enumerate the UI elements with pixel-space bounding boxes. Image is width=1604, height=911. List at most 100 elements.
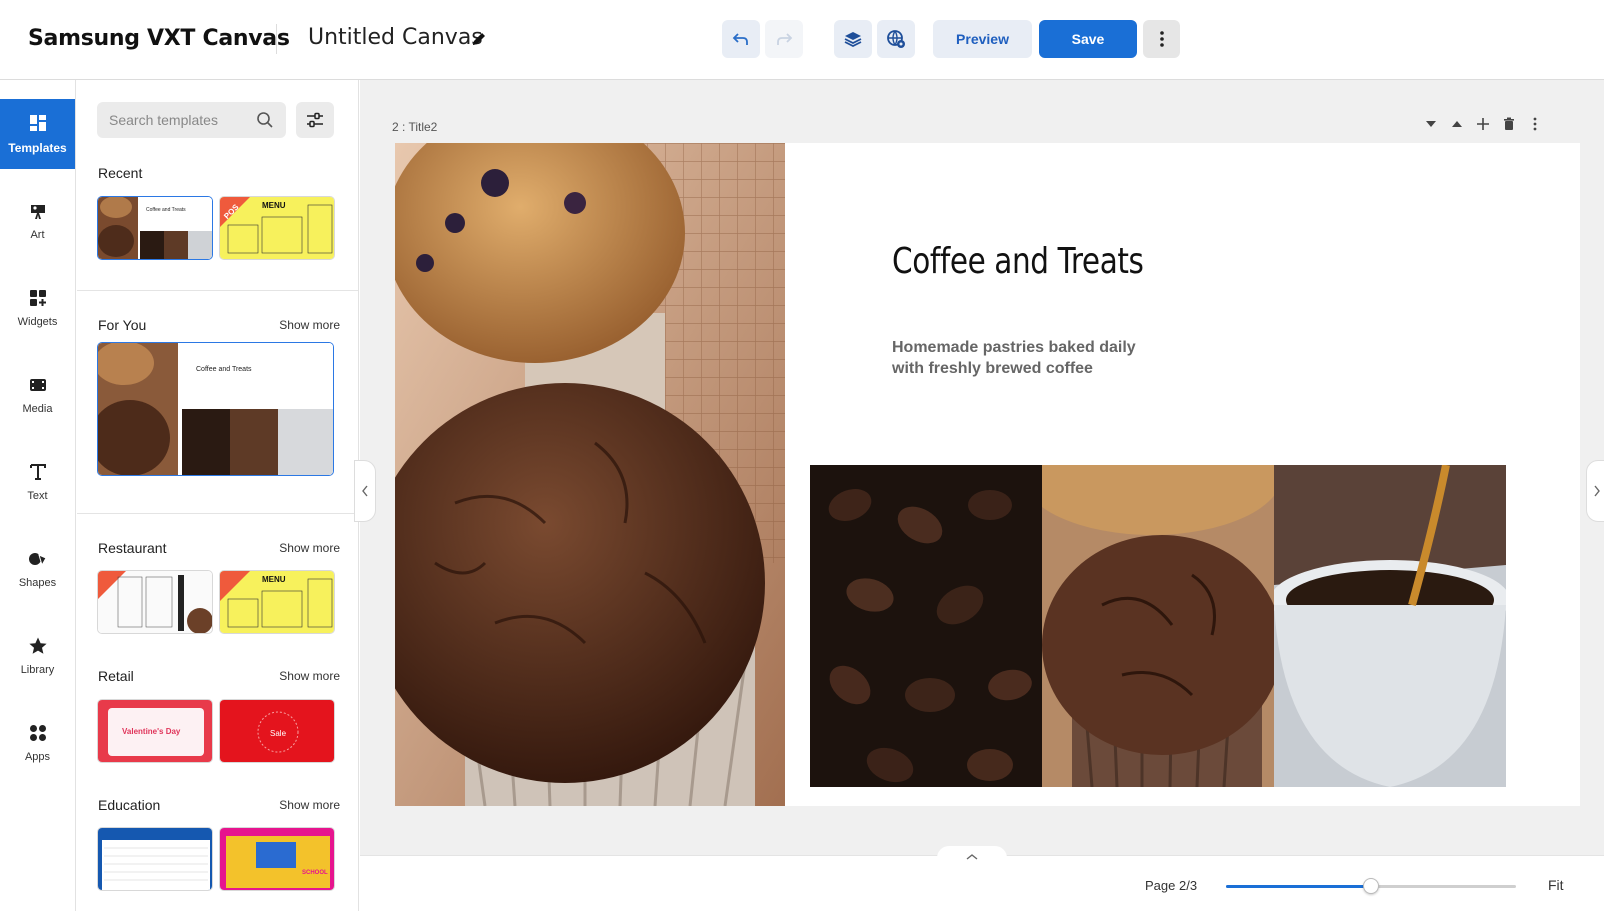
trash-icon[interactable] xyxy=(1501,116,1517,132)
document-title[interactable]: Untitled Canvas xyxy=(308,25,483,50)
show-more-for-you[interactable]: Show more xyxy=(279,318,340,332)
left-rail: Templates Art Widgets Media Text Shapes … xyxy=(0,80,76,911)
redo-button[interactable] xyxy=(765,20,803,58)
app-brand: Samsung VXT Canvas xyxy=(28,26,290,51)
rail-item-text[interactable]: Text xyxy=(0,447,75,517)
rail-item-widgets[interactable]: Widgets xyxy=(0,273,75,343)
slide-label: 2 : Title2 xyxy=(392,120,438,134)
pencil-icon[interactable] xyxy=(470,30,488,48)
media-icon xyxy=(29,379,46,391)
coffee-beans-image[interactable] xyxy=(810,465,1042,787)
layers-icon xyxy=(844,32,862,48)
rail-item-templates[interactable]: Templates xyxy=(0,99,75,169)
preview-button[interactable]: Preview xyxy=(933,20,1032,58)
collapse-panel-handle[interactable] xyxy=(354,460,376,522)
thumb-title: Coffee and Treats xyxy=(196,366,252,373)
chevron-right-icon xyxy=(1594,485,1600,497)
apps-icon xyxy=(29,725,46,741)
globe-settings-icon xyxy=(887,30,905,48)
rail-label: Apps xyxy=(24,751,51,763)
zoom-slider-fill xyxy=(1226,885,1371,888)
school-thumb-art: SCHOOL xyxy=(220,828,334,890)
language-settings-button[interactable] xyxy=(877,20,915,58)
thumb-sale-text: Sale xyxy=(270,729,287,738)
template-thumb-for-you[interactable]: Coffee and Treats xyxy=(97,342,334,476)
move-down-icon[interactable] xyxy=(1423,116,1439,132)
expand-bottom-tab[interactable] xyxy=(937,846,1007,868)
thumb-menu-text: MENU xyxy=(262,575,286,584)
fit-button[interactable]: Fit xyxy=(1548,877,1564,893)
valentine-thumb-art: Valentine's Day xyxy=(98,700,212,762)
sliders-icon xyxy=(307,112,323,128)
rail-label: Templates xyxy=(8,141,67,155)
template-thumb-education-table[interactable] xyxy=(97,827,213,891)
thumb-menu-text: MENU xyxy=(262,201,286,210)
slide-subtitle[interactable]: Homemade pastries baked daily with fresh… xyxy=(892,337,1212,379)
chocolate-muffin-image[interactable] xyxy=(1042,465,1274,787)
more-vertical-icon xyxy=(1159,31,1164,47)
template-thumb-valentine[interactable]: Valentine's Day xyxy=(97,699,213,763)
menu-yellow-thumb-art: MENU xyxy=(220,571,334,633)
chevron-up-icon xyxy=(966,854,978,860)
widgets-icon xyxy=(29,290,46,306)
search-input[interactable] xyxy=(109,102,249,138)
muffin-hero-image[interactable] xyxy=(395,143,785,806)
undo-button[interactable] xyxy=(722,20,760,58)
move-up-icon[interactable] xyxy=(1449,116,1465,132)
more-options-button[interactable] xyxy=(1143,20,1180,58)
education-table-thumb-art xyxy=(98,828,212,890)
rail-item-library[interactable]: Library xyxy=(0,621,75,691)
chevron-left-icon xyxy=(362,485,368,497)
undo-icon xyxy=(732,33,748,45)
rail-item-apps[interactable]: Apps xyxy=(0,708,75,778)
templates-panel: Recent Coffee and Treats POS MENU For Yo… xyxy=(77,80,359,911)
show-more-education[interactable]: Show more xyxy=(279,798,340,812)
templates-icon xyxy=(29,115,46,131)
slide-more-icon[interactable] xyxy=(1527,116,1543,132)
specials-thumb-art xyxy=(98,571,212,633)
rail-label: Text xyxy=(27,490,48,502)
search-icon[interactable] xyxy=(256,111,274,129)
section-title-education: Education xyxy=(98,797,161,813)
section-title-recent: Recent xyxy=(98,165,143,181)
template-thumb-menu[interactable]: POS MENU xyxy=(219,196,335,260)
show-more-retail[interactable]: Show more xyxy=(279,669,340,683)
rail-label: Widgets xyxy=(17,316,58,328)
add-slide-icon[interactable] xyxy=(1475,116,1491,132)
rail-label: Media xyxy=(22,403,53,415)
slide-toolbar xyxy=(1423,116,1543,132)
save-button[interactable]: Save xyxy=(1039,20,1137,58)
section-title-for-you: For You xyxy=(98,317,147,333)
template-thumb-coffee[interactable]: Coffee and Treats xyxy=(97,196,213,260)
rail-item-art[interactable]: Art xyxy=(0,186,75,256)
thumb-school-text: SCHOOL xyxy=(302,870,328,876)
template-thumb-school[interactable]: SCHOOL xyxy=(219,827,335,891)
rail-item-shapes[interactable]: Shapes xyxy=(0,534,75,604)
rail-label: Library xyxy=(20,664,55,676)
art-icon xyxy=(30,205,45,219)
top-bar: Samsung VXT Canvas Untitled Canvas Previ… xyxy=(0,0,1604,80)
coffee-thumb-art: Coffee and Treats xyxy=(98,197,212,259)
rail-item-media[interactable]: Media xyxy=(0,360,75,430)
layers-button[interactable] xyxy=(834,20,872,58)
coffee-cup-image[interactable] xyxy=(1274,465,1506,787)
template-thumb-menu-yellow[interactable]: MENU xyxy=(219,570,335,634)
text-icon xyxy=(29,464,46,480)
slide-title[interactable]: Coffee and Treats xyxy=(892,241,1144,282)
page-indicator: Page 2/3 xyxy=(1145,878,1198,893)
sale-thumb-art: Sale xyxy=(220,700,334,762)
filter-button[interactable] xyxy=(296,102,334,138)
show-more-restaurant[interactable]: Show more xyxy=(279,541,340,555)
redo-icon xyxy=(777,33,793,45)
for-you-thumb-art: Coffee and Treats xyxy=(98,343,333,475)
thumb-title: Coffee and Treats xyxy=(146,207,186,213)
expand-right-handle[interactable] xyxy=(1586,460,1604,522)
header-divider xyxy=(276,24,277,54)
template-thumb-sale[interactable]: Sale xyxy=(219,699,335,763)
search-box xyxy=(97,102,286,138)
zoom-slider-handle[interactable] xyxy=(1363,878,1379,894)
section-divider xyxy=(77,290,358,291)
slide-canvas[interactable]: Coffee and Treats Homemade pastries bake… xyxy=(395,143,1580,806)
zoom-slider[interactable] xyxy=(1226,878,1516,894)
template-thumb-specials[interactable] xyxy=(97,570,213,634)
